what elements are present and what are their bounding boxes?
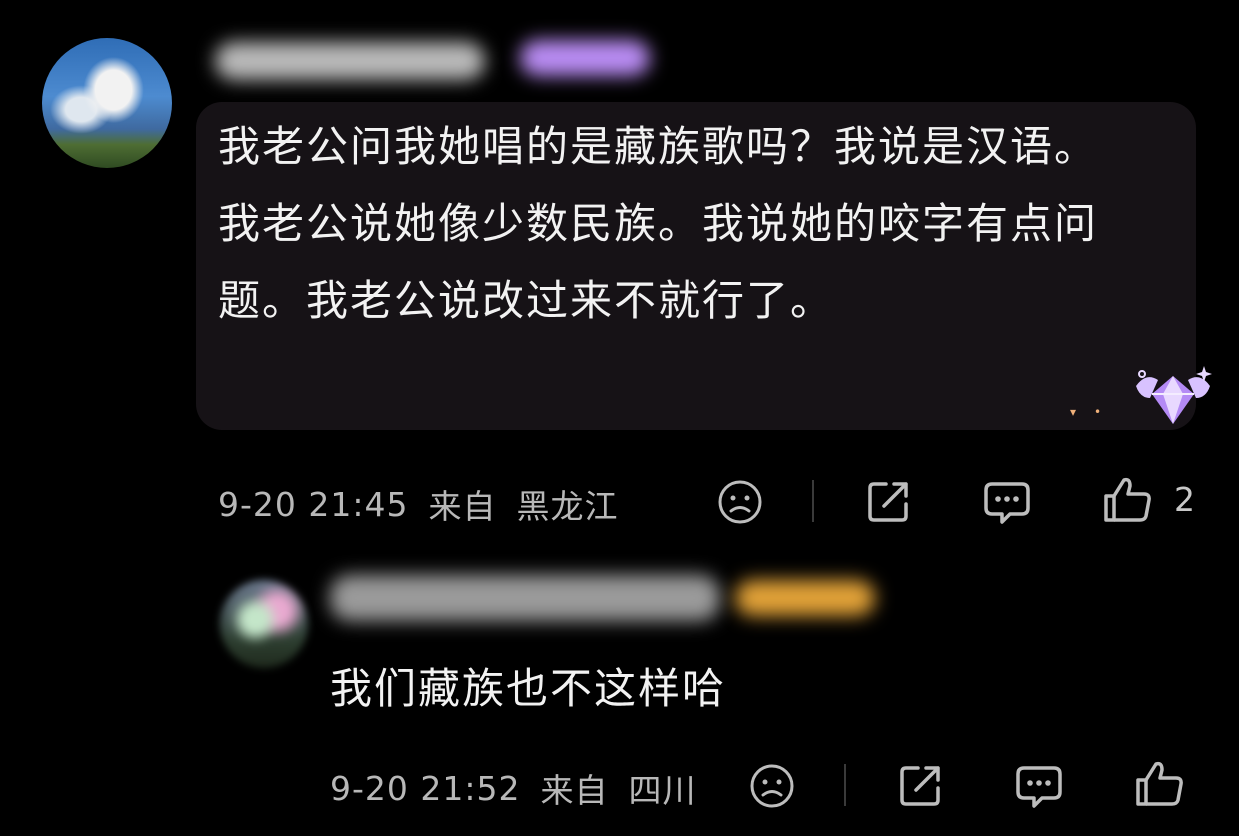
thumbs-up-icon[interactable] [1134,758,1186,810]
commenter-name-blurred[interactable] [215,42,485,80]
reply-from-label: 来自 [540,771,609,810]
like-count: 2 [1174,480,1195,519]
thumbs-up-icon[interactable] [1102,474,1154,526]
diamond-badge-icon [1136,366,1212,424]
share-icon[interactable] [896,760,946,810]
reply-location: 四川 [628,771,697,810]
sad-face-icon[interactable] [716,478,764,526]
reply-badge-blurred [735,580,875,616]
reply-avatar[interactable] [220,580,308,668]
comment-meta: 9-20 21:45 来自 黑龙江 [218,480,619,528]
reply-meta: 9-20 21:52 来自 四川 [330,764,697,812]
comment-icon[interactable] [982,478,1032,526]
comment-from-label: 来自 [428,487,497,526]
action-divider [844,764,846,806]
share-icon[interactable] [864,476,914,526]
action-divider [812,480,814,522]
commenter-badge-blurred [520,40,650,76]
sad-face-icon[interactable] [748,762,796,810]
reply-timestamp: 9-20 21:52 [330,768,521,808]
reply-text: 我们藏族也不这样哈 [330,664,727,713]
decorative-dots: ▾• [1070,405,1120,419]
comment-icon[interactable] [1014,762,1064,810]
commenter-avatar[interactable] [42,38,172,168]
comment-text: 我老公问我她唱的是藏族歌吗？我说是汉语。我老公说她像少数民族。我说她的咬字有点问… [218,122,1099,325]
reply-name-blurred[interactable] [330,575,720,621]
comment-timestamp: 9-20 21:45 [218,484,409,524]
comment-location: 黑龙江 [516,487,619,526]
